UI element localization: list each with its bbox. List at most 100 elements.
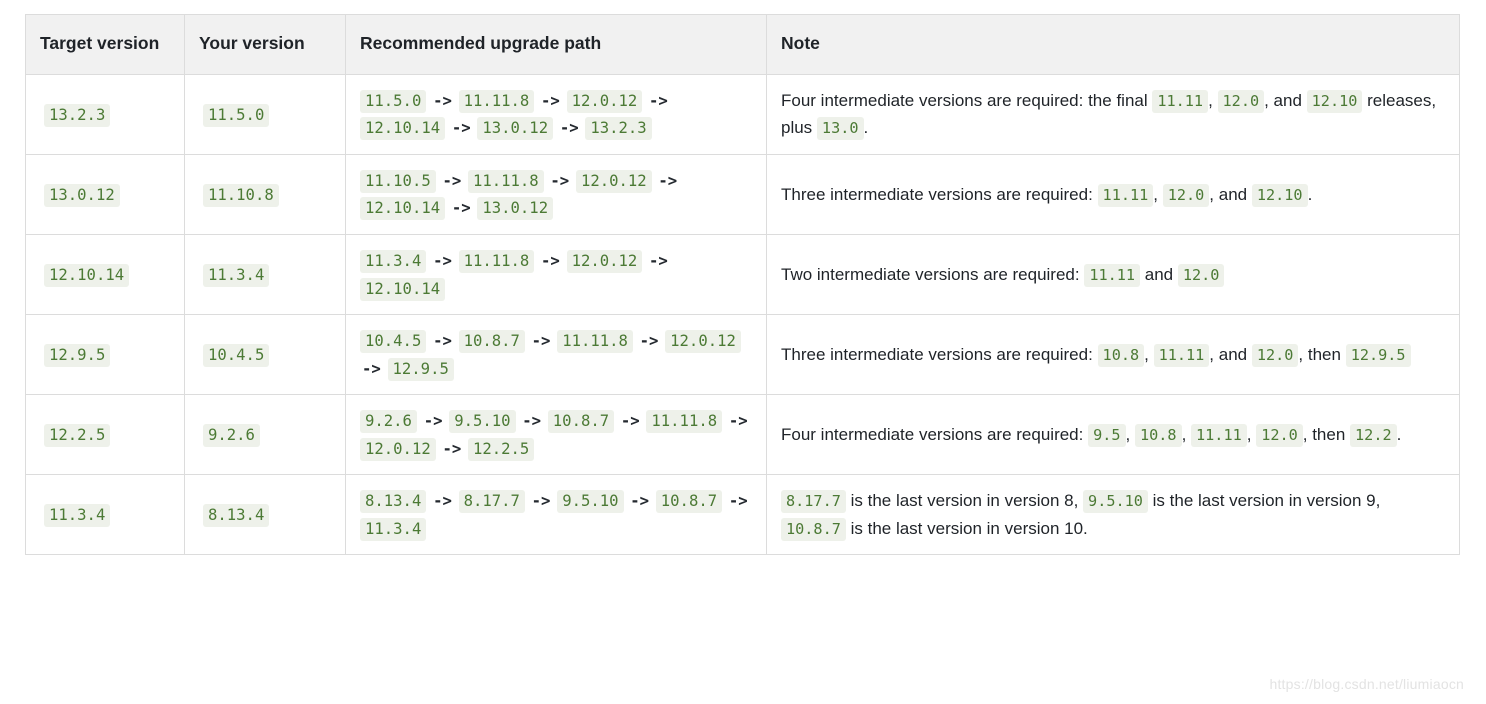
version-code: 11.3.4 (360, 249, 427, 273)
cell-your-version: 11.5.0 (184, 73, 346, 155)
table-body: 13.2.3 11.5.0 11.5.0 -> 11.11.8 -> 12.0.12… (25, 73, 1460, 556)
version-code: 11.3.4 (44, 503, 111, 527)
arrow-separator: -> (522, 412, 542, 431)
version-code: 10.8.7 (547, 410, 615, 434)
version-code: 12.10 (1306, 89, 1363, 113)
cell-target-version: 12.9.5 (25, 314, 185, 396)
arrow-separator: -> (433, 332, 452, 351)
cell-target-version: 12.2.5 (25, 394, 185, 476)
version-code: 11.11.8 (458, 249, 535, 273)
table-row: 12.2.5 9.2.6 9.2.6 -> 9.5.10 -> 10.8.7 -> … (25, 394, 1460, 476)
version-code: 12.2 (1350, 423, 1397, 447)
version-code: 12.0 (1177, 263, 1225, 287)
cell-your-version: 9.2.6 (184, 394, 346, 476)
cell-target-version: 13.0.12 (25, 153, 185, 235)
version-code: 12.0 (1162, 183, 1210, 207)
cell-upgrade-path: 8.13.4 -> 8.17.7 -> 9.5.10 -> 10.8.7 -> … (345, 474, 767, 556)
version-code: 11.10.8 (203, 183, 279, 207)
version-code: 10.8.7 (458, 330, 525, 354)
note-text: , then (1302, 424, 1351, 444)
version-code: 12.9.5 (1345, 343, 1411, 367)
version-code: 13.0 (816, 117, 864, 141)
arrow-separator: -> (559, 119, 579, 138)
note-text: Four intermediate versions are required:… (781, 90, 1153, 110)
table-row: 11.3.4 8.13.4 8.13.4 -> 8.17.7 -> 9.5.10 -… (25, 474, 1460, 556)
version-code: 10.4.5 (360, 330, 427, 354)
arrow-separator: -> (630, 492, 650, 511)
version-code: 13.0.12 (477, 197, 554, 221)
version-code: 11.11 (1153, 343, 1210, 367)
version-code: 12.9.5 (387, 357, 454, 381)
arrow-separator: -> (423, 412, 443, 431)
version-code: 11.11 (1097, 183, 1154, 207)
cell-note: Three intermediate versions are required… (766, 153, 1460, 235)
table-header-row: Target version Your version Recommended … (25, 14, 1460, 75)
cell-your-version: 11.10.8 (184, 153, 346, 235)
version-code: 11.5.0 (360, 89, 427, 113)
arrow-separator: -> (433, 492, 452, 511)
note-text: . (863, 118, 869, 138)
arrow-separator: -> (362, 359, 381, 378)
version-code: 9.5.10 (449, 410, 516, 434)
note-text: . (1307, 184, 1313, 204)
version-code: 12.0.12 (566, 89, 643, 113)
version-code: 12.2.5 (44, 423, 111, 447)
arrow-separator: -> (550, 171, 570, 190)
arrow-separator: -> (541, 91, 560, 110)
version-code: 11.11.8 (646, 410, 723, 434)
version-code: 12.10.14 (360, 277, 446, 301)
version-code: 13.0.12 (477, 117, 554, 141)
arrow-separator: -> (531, 332, 551, 351)
note-text: Three intermediate versions are required… (781, 184, 1098, 204)
arrow-separator: -> (649, 91, 668, 110)
version-code: 8.13.4 (203, 503, 270, 527)
note-text: is the last version in version 8, (845, 491, 1084, 511)
note-text: , (1153, 184, 1163, 204)
version-code: 12.0.12 (665, 330, 741, 354)
note-text: is the last version in version 9, (1147, 491, 1381, 511)
version-code: 11.5.0 (203, 103, 270, 127)
cell-note: Three intermediate versions are required… (766, 314, 1460, 396)
arrow-separator: -> (728, 492, 748, 511)
note-text: , and (1209, 184, 1252, 204)
version-code: 8.13.4 (360, 490, 427, 514)
version-code: 12.9.5 (44, 343, 111, 367)
version-code: 11.3.4 (203, 263, 270, 287)
table-row: 12.9.5 10.4.5 10.4.5 -> 10.8.7 -> 11.11.8 … (25, 314, 1460, 396)
note-text: , then (1298, 344, 1346, 364)
cell-target-version: 13.2.3 (25, 73, 185, 155)
version-code: 11.11 (1084, 263, 1141, 287)
version-code: 12.0 (1256, 423, 1303, 447)
upgrade-path-table: Target version Your version Recommended … (25, 14, 1460, 556)
table-row: 13.0.12 11.10.8 11.10.5 -> 11.11.8 -> 12.0… (25, 153, 1460, 235)
cell-note: Four intermediate versions are required:… (766, 73, 1460, 155)
arrow-separator: -> (658, 171, 678, 190)
version-code: 11.11.8 (467, 169, 544, 193)
cell-your-version: 11.3.4 (184, 233, 346, 316)
table-row: 13.2.3 11.5.0 11.5.0 -> 11.11.8 -> 12.0.12… (25, 73, 1460, 155)
version-code: 11.11.8 (458, 89, 535, 113)
table-row: 12.10.14 11.3.4 11.3.4 -> 11.11.8 -> 12.0.… (25, 233, 1460, 316)
note-text: , (1246, 424, 1257, 444)
version-code: 12.0.12 (575, 169, 652, 193)
version-code: 12.2.5 (467, 437, 535, 461)
arrow-separator: -> (531, 492, 551, 511)
cell-your-version: 10.4.5 (184, 314, 346, 396)
cell-note: Four intermediate versions are required:… (766, 394, 1460, 476)
version-code: 10.4.5 (203, 343, 270, 367)
version-code: 9.5.10 (1083, 490, 1148, 514)
note-text: is the last version in version 10. (845, 518, 1088, 538)
note-text: and (1140, 264, 1178, 284)
version-code: 11.10.5 (360, 169, 436, 193)
column-header-your-version: Your version (184, 14, 346, 75)
arrow-separator: -> (728, 412, 748, 431)
version-code: 12.0 (1217, 89, 1265, 113)
version-code: 11.11 (1152, 89, 1209, 113)
cell-upgrade-path: 10.4.5 -> 10.8.7 -> 11.11.8 -> 12.0.12 -… (345, 314, 767, 396)
upgrade-path-table-container: Target version Your version Recommended … (25, 14, 1460, 556)
version-code: 12.10.14 (360, 197, 446, 221)
version-code: 13.0.12 (44, 183, 120, 207)
arrow-separator: -> (451, 119, 471, 138)
cell-target-version: 11.3.4 (25, 474, 185, 556)
version-code: 10.8.7 (781, 517, 846, 541)
